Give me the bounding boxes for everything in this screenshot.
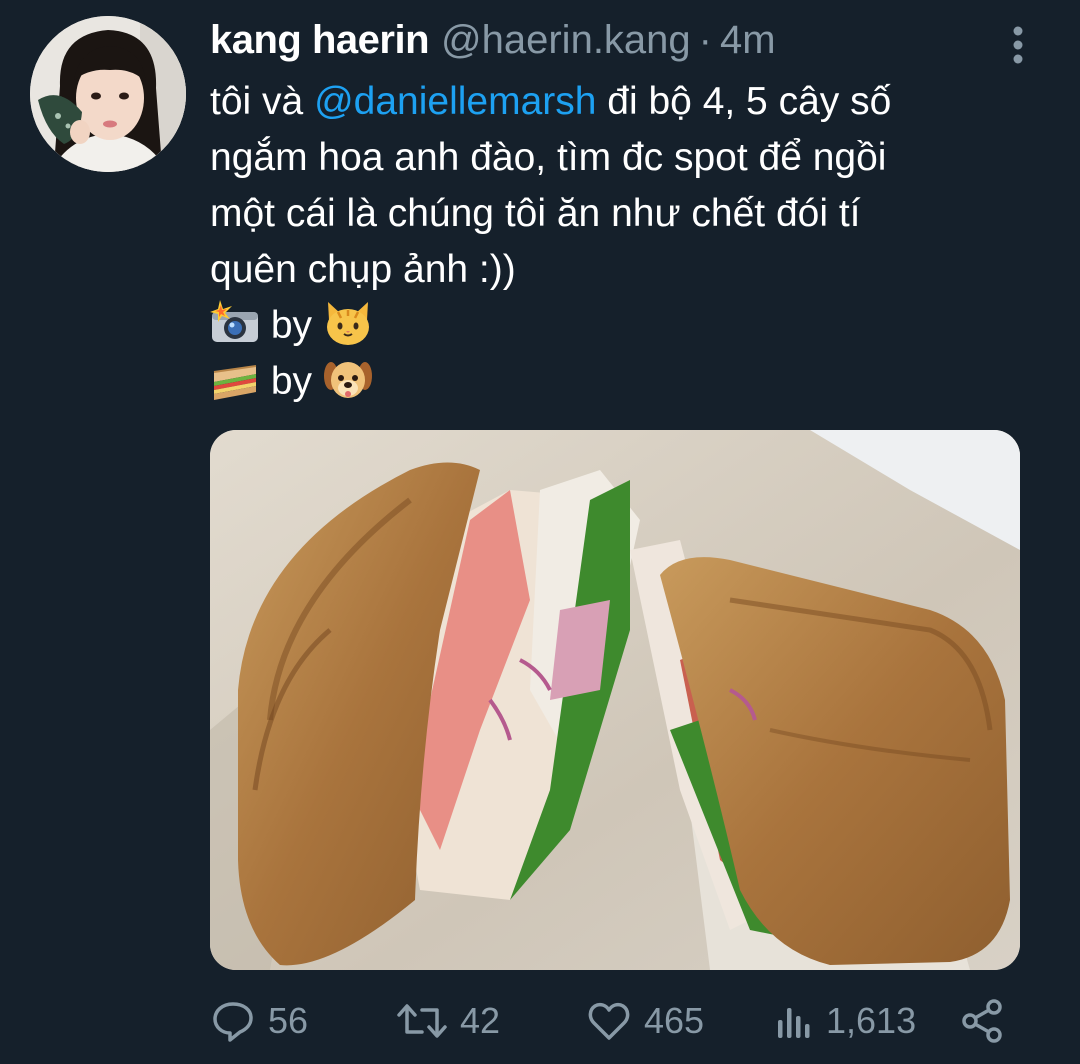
heart-icon <box>588 1002 630 1040</box>
separator-dot: · <box>698 18 712 62</box>
avatar-photo <box>30 16 186 172</box>
retweet-count: 42 <box>460 1000 501 1041</box>
views-count: 1,613 <box>826 1000 917 1041</box>
tweet-line: quên chụp ảnh :)) <box>210 248 516 291</box>
like-button[interactable]: 465 <box>586 996 704 1046</box>
cat-face-icon <box>323 300 373 346</box>
views-button[interactable]: 1,613 <box>774 996 916 1046</box>
credit-text: by <box>270 360 313 403</box>
timestamp[interactable]: 4m <box>720 18 776 63</box>
tweet-line: by <box>210 298 1050 354</box>
reply-button[interactable]: 56 <box>210 996 308 1046</box>
more-options-icon[interactable] <box>1006 26 1030 66</box>
camera-with-flash-icon <box>210 300 260 346</box>
tweet-line: by <box>210 354 1050 410</box>
reply-icon <box>213 1002 253 1042</box>
sandwich-photo <box>210 430 1020 970</box>
retweet-icon <box>397 1004 447 1038</box>
display-name[interactable]: kang haerin <box>210 18 430 63</box>
credit-text: by <box>270 304 313 347</box>
tweet-line: tôi và @daniellemarsh đi bộ 4, 5 cây số <box>210 74 1050 130</box>
tweet-photo[interactable] <box>210 430 1020 970</box>
tweet-text-segment: đi bộ 4, 5 cây số <box>596 80 892 123</box>
share-icon <box>962 999 1002 1043</box>
tweet-line: ngắm hoa anh đào, tìm đc spot để ngồi <box>210 136 887 179</box>
views-chart-icon <box>778 1008 810 1038</box>
tweet-text: tôi và @daniellemarsh đi bộ 4, 5 cây số … <box>210 74 1050 410</box>
avatar[interactable] <box>30 16 186 172</box>
tweet-text-segment: tôi và <box>210 80 315 123</box>
reply-count: 56 <box>268 1000 309 1041</box>
tweet-line: một cái là chúng tôi ăn như chết đói tí <box>210 192 861 235</box>
user-handle[interactable]: @haerin.kang <box>441 18 691 63</box>
share-button[interactable] <box>960 996 1006 1046</box>
retweet-button[interactable]: 42 <box>396 996 500 1046</box>
sandwich-icon <box>210 356 260 402</box>
tweet-header: kang haerin @haerin.kang · 4m <box>210 18 776 70</box>
tweet-actions-bar: 56 42 465 1,613 <box>210 996 1030 1046</box>
like-count: 465 <box>644 1000 705 1041</box>
mention-link[interactable]: @daniellemarsh <box>314 80 596 123</box>
dog-face-icon <box>323 356 373 402</box>
